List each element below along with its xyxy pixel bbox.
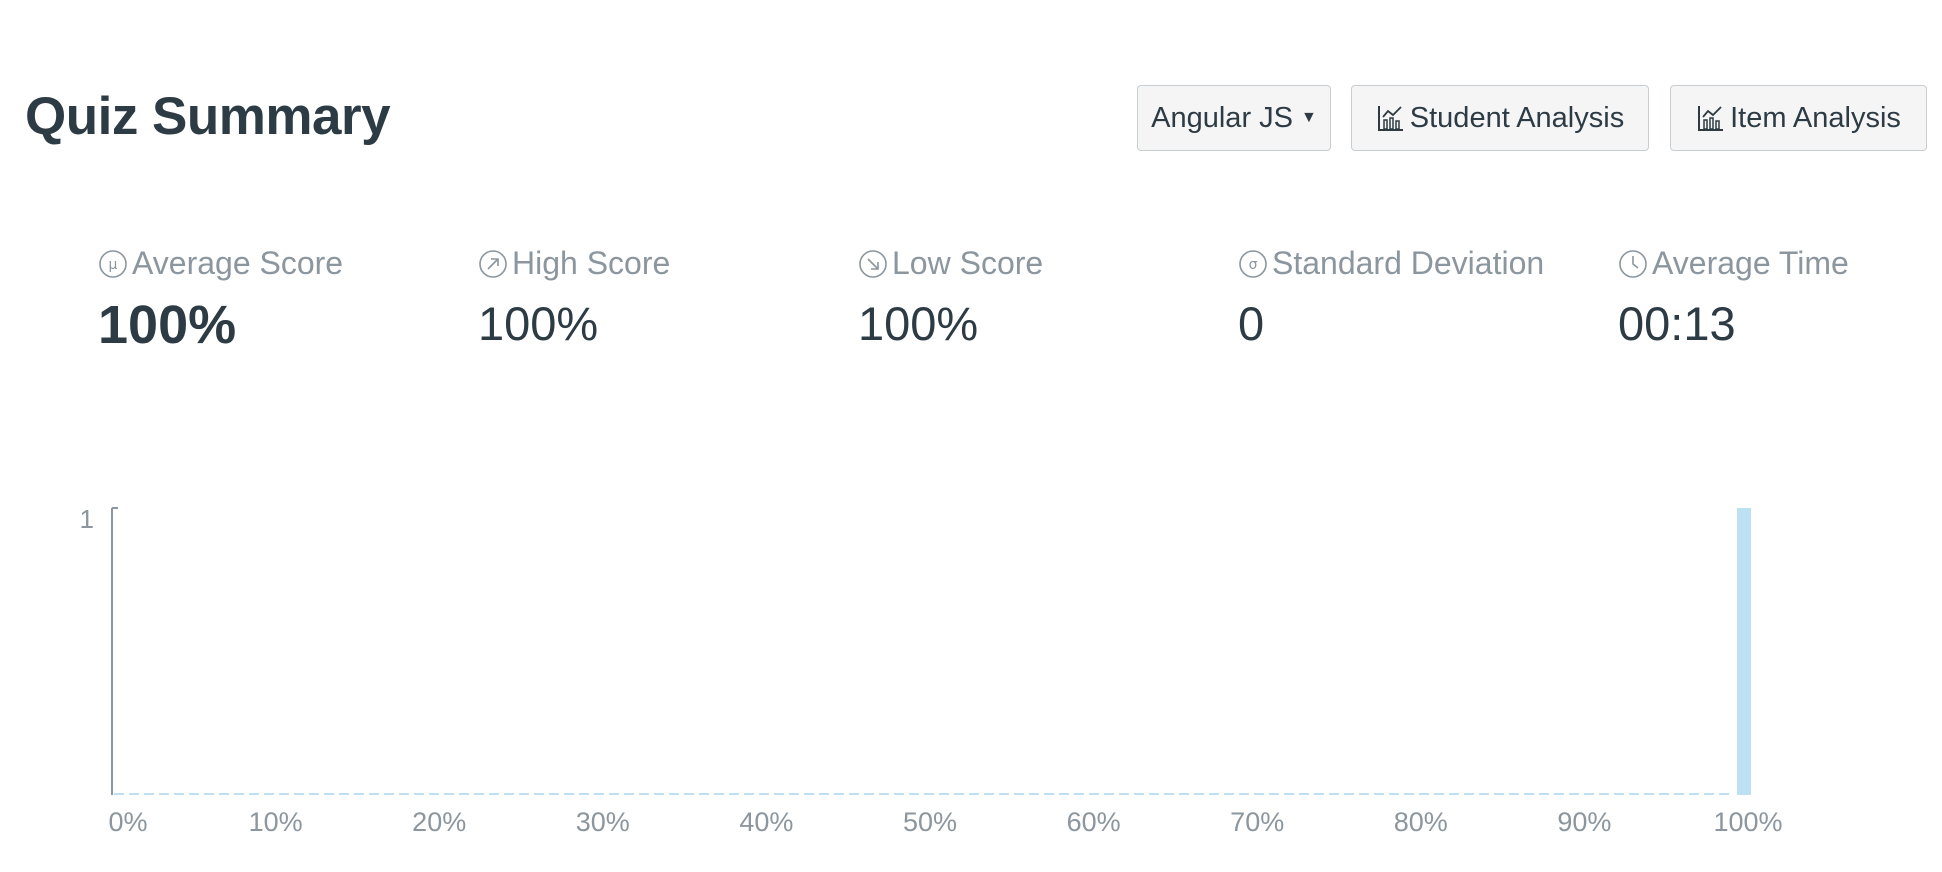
x-tick-label: 50% <box>903 807 957 837</box>
x-tick-label: 80% <box>1394 807 1448 837</box>
x-tick-label: 60% <box>1067 807 1121 837</box>
x-tick-label: 100% <box>1713 807 1782 837</box>
x-tick-label: 30% <box>576 807 630 837</box>
x-tick-label: 40% <box>739 807 793 837</box>
score-distribution-chart: 10% 10% 20% 30% 40% 50% 60% 70% 80% 90% 100% <box>80 504 1783 837</box>
x-tick-label: 10% <box>249 807 303 837</box>
x-tick-label: 20% <box>412 807 466 837</box>
bar <box>1737 508 1751 795</box>
x-tick-label: 90% <box>1557 807 1611 837</box>
x-tick-label: 0% <box>108 807 147 837</box>
y-tick-label: 1 <box>80 504 94 534</box>
x-tick-label: 70% <box>1230 807 1284 837</box>
